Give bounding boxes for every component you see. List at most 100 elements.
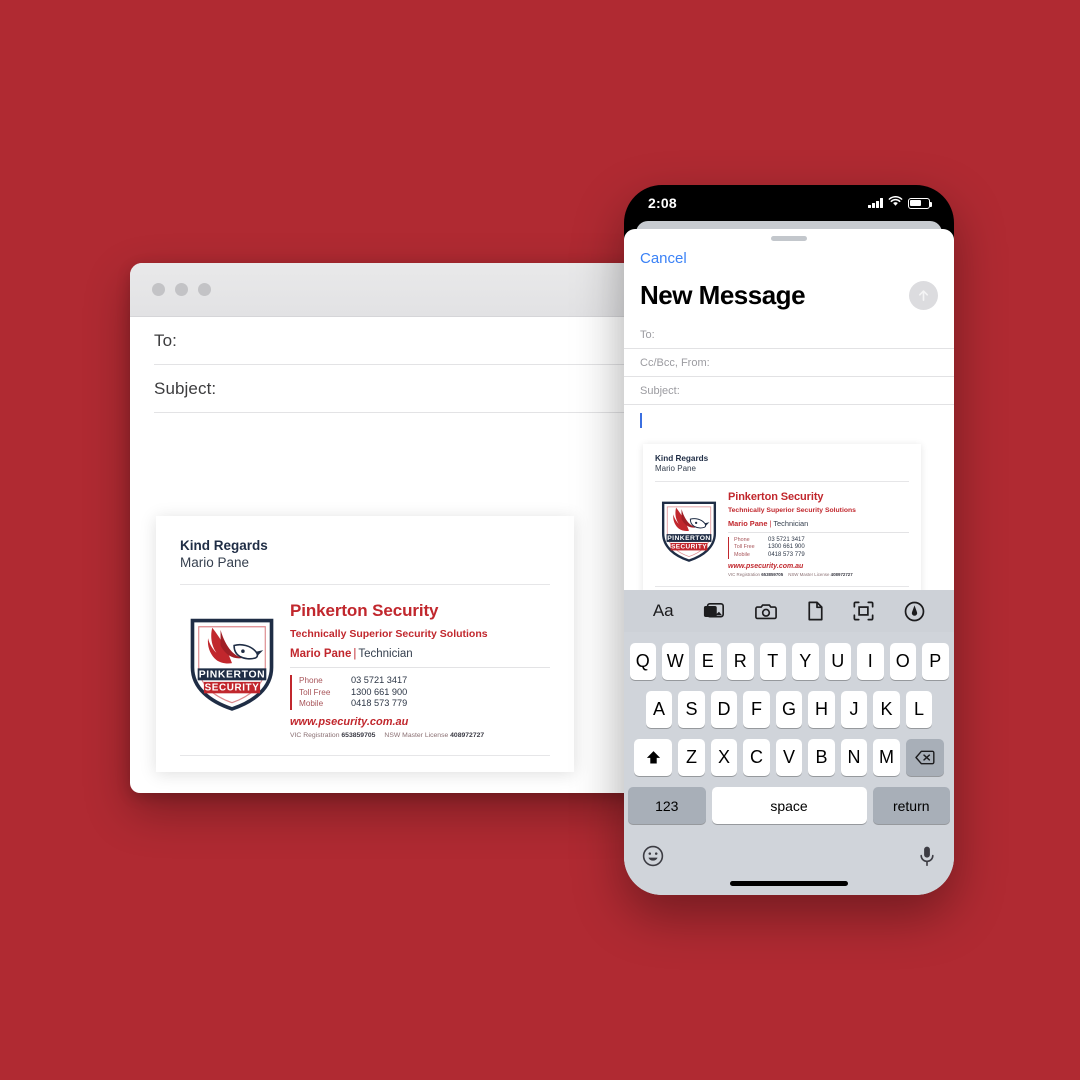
signature-person-title: Technician: [358, 648, 413, 660]
scan-document-icon[interactable]: [853, 601, 874, 621]
markup-pen-icon[interactable]: [904, 601, 925, 622]
key-q[interactable]: Q: [629, 643, 656, 680]
key-g[interactable]: G: [775, 691, 803, 728]
text-format-icon[interactable]: Aa: [653, 601, 674, 621]
return-key[interactable]: return: [872, 787, 950, 824]
vic-registration-number: 653859705: [761, 572, 784, 578]
signature-person-name: Mario Pane: [290, 648, 352, 660]
signature-website-link[interactable]: www.psecurity.com.au: [290, 716, 550, 728]
signature-logo-container: PINKERTON SECURITY: [180, 601, 284, 714]
desktop-to-field[interactable]: To:: [154, 317, 626, 365]
desktop-subject-label: Subject:: [154, 378, 217, 398]
desktop-email-signature: Kind Regards Mario Pane PINKERTON SECURI…: [156, 516, 574, 772]
status-bar-time: 2:08: [648, 195, 677, 211]
svg-text:SECURITY: SECURITY: [671, 544, 707, 551]
document-icon[interactable]: [807, 601, 824, 621]
signature-website-link[interactable]: www.psecurity.com.au: [728, 563, 909, 570]
signature-divider-mid: [290, 667, 550, 668]
key-s[interactable]: S: [678, 691, 705, 728]
key-b[interactable]: B: [808, 739, 835, 776]
key-p[interactable]: P: [922, 643, 949, 680]
minimize-window-button[interactable]: [175, 283, 188, 296]
desktop-to-label: To:: [154, 330, 177, 350]
key-o[interactable]: O: [889, 643, 916, 680]
phone-ccbcc-from-label: Cc/Bcc, From:: [640, 356, 710, 369]
ios-keyboard: Aa Q W E R T Y U I O P A S D F G H J K L…: [624, 590, 954, 895]
pinkerton-security-shield-eagle-logo: PINKERTON SECURITY: [655, 494, 723, 564]
key-v[interactable]: V: [775, 739, 803, 776]
signature-contact-values: 03 5721 3417 1300 661 900 0418 573 779: [351, 675, 407, 710]
pinkerton-security-shield-eagle-logo: PINKERTON SECURITY: [180, 607, 284, 714]
keyboard-row-bottom: 123 space return: [628, 787, 950, 824]
microphone-icon[interactable]: [918, 845, 936, 872]
key-h[interactable]: H: [808, 691, 835, 728]
contact-label-tollfree: Toll Free: [299, 687, 331, 697]
send-button[interactable]: [909, 281, 938, 310]
photos-icon[interactable]: [703, 602, 725, 621]
key-d[interactable]: D: [710, 691, 738, 728]
nsw-license-label: NSW Master License: [788, 572, 830, 578]
iphone-device: 2:08 Cancel New Message To: Cc/Bcc, From…: [624, 185, 954, 895]
key-u[interactable]: U: [824, 643, 851, 680]
key-k[interactable]: K: [873, 691, 900, 728]
emoji-smiley-icon[interactable]: [642, 845, 664, 872]
desktop-subject-field[interactable]: Subject:: [154, 365, 626, 413]
contact-label-phone: Phone: [734, 537, 750, 543]
status-bar-indicators: [868, 194, 933, 212]
phone-to-field[interactable]: To:: [624, 321, 954, 349]
key-l[interactable]: L: [905, 691, 933, 728]
shift-arrow-up-icon: [646, 751, 660, 764]
key-m[interactable]: M: [873, 739, 900, 776]
key-j[interactable]: J: [840, 691, 868, 728]
phone-to-label: To:: [640, 328, 655, 341]
key-y[interactable]: Y: [792, 643, 819, 680]
key-r[interactable]: R: [727, 643, 754, 680]
contact-value-tollfree: 1300 661 900: [768, 544, 805, 551]
zoom-window-button[interactable]: [198, 283, 211, 296]
signature-person-name: Mario Pane: [728, 519, 768, 528]
nsw-license-label: NSW Master License: [384, 731, 449, 739]
signature-person-title: Technician: [773, 519, 809, 528]
signature-tagline: Technically Superior Security Solutions: [728, 507, 856, 514]
wifi-icon: [888, 194, 903, 212]
home-indicator[interactable]: [730, 881, 848, 886]
backspace-key[interactable]: [905, 739, 944, 776]
key-n[interactable]: N: [840, 739, 868, 776]
compose-toolbar: Cancel: [624, 241, 954, 268]
phone-ccbcc-from-field[interactable]: Cc/Bcc, From:: [624, 349, 954, 377]
contact-label-tollfree: Toll Free: [734, 544, 755, 551]
signature-sender-name: Mario Pane: [180, 555, 250, 570]
key-x[interactable]: X: [710, 739, 738, 776]
desktop-message-body[interactable]: Kind Regards Mario Pane PINKERTON SECURI…: [130, 413, 650, 772]
keyboard-row-1: QWERTYUIOP: [628, 643, 950, 680]
shift-key[interactable]: [634, 739, 673, 776]
contact-label-mobile: Mobile: [734, 551, 750, 558]
space-key[interactable]: space: [711, 787, 867, 824]
key-z[interactable]: Z: [678, 739, 705, 776]
compose-header: New Message: [624, 268, 954, 321]
keyboard-row-3: ZXCVBNM: [628, 739, 950, 776]
svg-text:PINKERTON: PINKERTON: [667, 535, 711, 542]
key-f[interactable]: F: [743, 691, 770, 728]
signature-contact-labels: Phone Toll Free Mobile: [734, 537, 768, 559]
contact-value-mobile: 0418 573 779: [768, 551, 805, 558]
signature-contacts: Phone Toll Free Mobile 03 5721 3417 1300…: [290, 675, 550, 710]
key-t[interactable]: T: [759, 643, 786, 680]
key-a[interactable]: A: [645, 691, 673, 728]
phone-message-body[interactable]: Kind Regards Mario Pane PINKERTON SECURI…: [624, 413, 954, 595]
key-w[interactable]: W: [662, 643, 689, 680]
keyboard-keys: QWERTYUIOP ASDFGHJKL ZXCVBNM 123 space r…: [624, 632, 954, 824]
signature-divider-mid: [728, 532, 909, 533]
close-window-button[interactable]: [152, 283, 165, 296]
vic-registration-label: VIC Registration: [728, 572, 760, 578]
send-arrow-up-icon: [918, 290, 929, 301]
key-i[interactable]: I: [857, 643, 884, 680]
phone-subject-field[interactable]: Subject:: [624, 377, 954, 405]
key-e[interactable]: E: [694, 643, 721, 680]
camera-icon[interactable]: [755, 602, 777, 621]
window-title-bar[interactable]: [130, 263, 650, 317]
cancel-button[interactable]: Cancel: [640, 250, 687, 267]
key-c[interactable]: C: [743, 739, 770, 776]
keyboard-row-2: ASDFGHJKL: [628, 691, 950, 728]
numbers-key[interactable]: 123: [628, 787, 706, 824]
